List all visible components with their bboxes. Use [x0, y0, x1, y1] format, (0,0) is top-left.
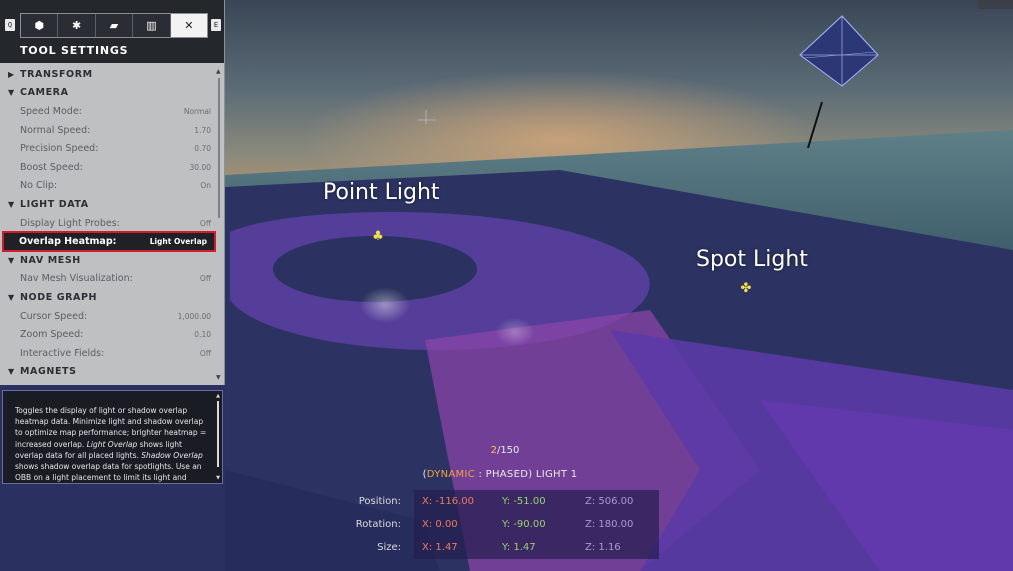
- setting-speed-mode[interactable]: Speed Mode: Normal: [0, 102, 216, 121]
- scroll-up-icon[interactable]: ▲: [216, 393, 220, 399]
- section-nav-mesh[interactable]: ▼ NAV MESH: [0, 251, 216, 270]
- folder-icon[interactable]: ▰: [95, 14, 134, 37]
- rotation-y[interactable]: Y: -90.00: [502, 519, 546, 530]
- section-magnets[interactable]: ▼ MAGNETS: [0, 363, 216, 382]
- size-x[interactable]: X: 1.47: [422, 542, 458, 553]
- caret-right-icon: ▶: [8, 69, 15, 79]
- setting-value: 30.00: [189, 162, 211, 172]
- setting-precision-speed[interactable]: Precision Speed: 0.70: [0, 139, 216, 158]
- setting-label: Interactive Fields:: [20, 347, 105, 359]
- setting-value: Off: [199, 274, 211, 284]
- section-label: CAMERA: [20, 87, 69, 99]
- scroll-thumb[interactable]: [218, 78, 220, 218]
- setting-label: Overlap Heatmap:: [19, 236, 117, 248]
- setting-value: Off: [199, 348, 211, 358]
- panel-title: TOOL SETTINGS: [20, 44, 129, 57]
- tool-settings-panel: Q ⬢ ✱ ▰ ▥ ✕ E TOOL SETTINGS ▶ TRANSFORM …: [0, 0, 225, 385]
- name-rest: : PHASED) LIGHT 1: [475, 469, 578, 480]
- caret-down-icon: ▼: [8, 199, 15, 209]
- description-scrollbar[interactable]: [217, 401, 219, 467]
- rotation-z[interactable]: Z: 180.00: [585, 519, 633, 530]
- cube-select-icon[interactable]: ⬢: [21, 14, 59, 37]
- panel-header: Q ⬢ ✱ ▰ ▥ ✕ E TOOL SETTINGS: [0, 0, 224, 63]
- setting-value: 1,000.00: [177, 311, 211, 321]
- section-node-graph[interactable]: ▼ NODE GRAPH: [0, 288, 216, 307]
- settings-scrollbar[interactable]: ▲ ▼: [216, 68, 221, 381]
- caret-down-icon: ▼: [8, 88, 15, 98]
- position-label: Position:: [358, 496, 401, 507]
- key-hint-left: Q: [5, 19, 15, 31]
- setting-value: Off: [199, 218, 211, 228]
- setting-value: Normal: [183, 106, 211, 116]
- tools-icon[interactable]: ✕: [170, 14, 208, 37]
- scroll-down-icon[interactable]: ▼: [216, 374, 221, 381]
- setting-description-box: Toggles the display of light or shadow o…: [2, 390, 223, 484]
- key-hint-right: E: [211, 19, 221, 31]
- setting-label: Boost Speed:: [20, 161, 83, 173]
- object-counter: 2/150: [480, 445, 530, 456]
- setting-normal-speed[interactable]: Normal Speed: 1.70: [0, 121, 216, 140]
- setting-value: 0.10: [194, 330, 211, 340]
- corner-indicator: [978, 0, 1013, 9]
- section-label: MAGNETS: [20, 366, 77, 378]
- setting-nav-mesh-visualization[interactable]: Nav Mesh Visualization: Off: [0, 270, 216, 289]
- rotation-label: Rotation:: [355, 519, 401, 530]
- gear-icon[interactable]: ✱: [58, 14, 96, 37]
- name-dynamic: DYNAMIC: [426, 469, 476, 480]
- setting-cursor-speed[interactable]: Cursor Speed: 1,000.00: [0, 307, 216, 326]
- setting-label: Precision Speed:: [20, 143, 99, 155]
- section-label: NAV MESH: [20, 254, 81, 266]
- setting-overlap-heatmap[interactable]: Overlap Heatmap: Light Overlap: [2, 231, 216, 252]
- scroll-up-icon[interactable]: ▲: [216, 68, 221, 75]
- point-light-label: Point Light: [323, 180, 440, 205]
- setting-label: No Clip:: [20, 180, 58, 192]
- setting-label: Nav Mesh Visualization:: [20, 273, 133, 285]
- setting-description: Toggles the display of light or shadow o…: [15, 405, 210, 483]
- section-label: LIGHT DATA: [20, 198, 89, 210]
- section-light-data[interactable]: ▼ LIGHT DATA: [0, 195, 216, 214]
- position-x[interactable]: X: -116.00: [422, 496, 474, 507]
- position-y[interactable]: Y: -51.00: [502, 496, 546, 507]
- section-camera[interactable]: ▼ CAMERA: [0, 84, 216, 103]
- tool-tabs: ⬢ ✱ ▰ ▥ ✕: [20, 13, 208, 38]
- setting-label: Normal Speed:: [20, 124, 91, 136]
- setting-zoom-speed[interactable]: Zoom Speed: 0.10: [0, 325, 216, 344]
- description-emphasis: Shadow Overlap: [141, 450, 203, 460]
- description-emphasis: Light Overlap: [86, 439, 138, 449]
- counter-total: /150: [496, 445, 520, 456]
- setting-value: 0.70: [194, 144, 211, 154]
- setting-value: 1.70: [194, 125, 211, 135]
- position-z[interactable]: Z: 506.00: [585, 496, 633, 507]
- caret-down-icon: ▼: [8, 367, 15, 377]
- setting-label: Speed Mode:: [20, 105, 82, 117]
- setting-display-light-probes[interactable]: Display Light Probes: Off: [0, 214, 216, 233]
- settings-list: ▶ TRANSFORM ▼ CAMERA Speed Mode: Normal …: [0, 65, 216, 381]
- size-label: Size:: [377, 542, 401, 553]
- setting-no-clip[interactable]: No Clip: On: [0, 177, 216, 196]
- setting-value: Light Overlap: [149, 237, 207, 247]
- setting-interactive-fields[interactable]: Interactive Fields: Off: [0, 344, 216, 363]
- setting-boost-speed[interactable]: Boost Speed: 30.00: [0, 158, 216, 177]
- setting-label: Display Light Probes:: [20, 217, 120, 229]
- section-label: TRANSFORM: [20, 68, 93, 80]
- setting-label: Zoom Speed:: [20, 329, 84, 341]
- spot-light-icon[interactable]: ✤: [739, 282, 753, 296]
- spot-light-label: Spot Light: [696, 247, 808, 272]
- caret-down-icon: ▼: [8, 255, 15, 265]
- selected-object-name: (DYNAMIC : PHASED) LIGHT 1: [400, 469, 600, 480]
- section-transform[interactable]: ▶ TRANSFORM: [0, 65, 216, 84]
- scroll-down-icon[interactable]: ▼: [216, 475, 220, 481]
- section-label: NODE GRAPH: [20, 291, 98, 303]
- size-z[interactable]: Z: 1.16: [585, 542, 621, 553]
- size-y[interactable]: Y: 1.47: [502, 542, 536, 553]
- setting-label: Cursor Speed:: [20, 310, 88, 322]
- setting-value: On: [200, 181, 211, 191]
- caret-down-icon: ▼: [8, 292, 15, 302]
- map-icon[interactable]: ▥: [133, 14, 171, 37]
- rotation-x[interactable]: X: 0.00: [422, 519, 458, 530]
- point-light-icon[interactable]: ♣: [371, 230, 385, 244]
- description-text: shows shadow overlap data for spotlights…: [15, 462, 202, 483]
